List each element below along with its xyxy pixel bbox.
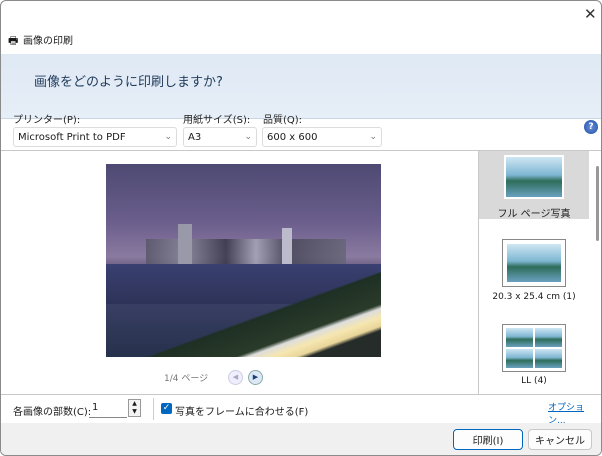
quality-dropdown[interactable]: 600 x 600 ⌄ (262, 127, 382, 147)
printer-value: Microsoft Print to PDF (18, 131, 126, 143)
layout-label: 20.3 x 25.4 cm (1) (492, 292, 576, 302)
previous-page-button[interactable]: ◀ (228, 370, 243, 385)
paper-size-dropdown[interactable]: A3 ⌄ (183, 127, 257, 147)
copies-input[interactable]: 1 (89, 399, 127, 418)
layout-label: LL (4) (521, 376, 547, 386)
fit-checkbox[interactable]: ✓ (161, 403, 172, 414)
quality-label: 品質(Q): (263, 115, 303, 126)
chevron-down-icon: ⌄ (369, 132, 377, 142)
copies-value: 1 (92, 402, 99, 413)
printer-dropdown[interactable]: Microsoft Print to PDF ⌄ (13, 127, 177, 147)
printer-icon: 🖶 (8, 34, 19, 47)
fit-label[interactable]: 写真をフレームに合わせる(F) (175, 403, 308, 418)
printer-label: プリンター(P): (13, 115, 81, 126)
layout-thumbnail (502, 324, 566, 372)
quality-value: 600 x 600 (267, 131, 318, 143)
paper-label: 用紙サイズ(S): (183, 115, 251, 126)
footer: 印刷(I) キャンセル (1, 423, 601, 455)
copies-label: 各画像の部数(C): (13, 407, 92, 418)
cancel-button[interactable]: キャンセル (528, 429, 592, 450)
layout-thumbnail (504, 155, 564, 199)
divider (1, 394, 601, 395)
paper-value: A3 (188, 131, 202, 143)
window-title: 画像の印刷 (23, 36, 73, 47)
copies-stepper[interactable]: ▲ ▼ (128, 399, 141, 417)
print-button[interactable]: 印刷(I) (453, 429, 523, 450)
layout-scrollbar[interactable] (596, 166, 599, 241)
page-indicator: 1/4 ページ (164, 374, 209, 384)
layout-label: フル ページ写真 (497, 209, 571, 220)
help-icon[interactable]: ? (584, 120, 598, 134)
layout-thumbnail (502, 239, 566, 287)
chevron-down-icon: ⌄ (244, 132, 252, 142)
close-icon[interactable]: ✕ (584, 5, 597, 23)
divider (153, 398, 154, 420)
next-page-button[interactable]: ▶ (248, 370, 263, 385)
chevron-down-icon: ⌄ (164, 132, 172, 142)
layout-item-20x25[interactable]: 20.3 x 25.4 cm (1) (479, 236, 589, 306)
layout-item-full-page[interactable]: フル ページ写真 (479, 151, 589, 220)
header-question: 画像をどのように印刷しますか? (34, 75, 223, 90)
header-band: 画像をどのように印刷しますか? (1, 54, 601, 119)
print-dialog: ✕ 🖶 画像の印刷 画像をどのように印刷しますか? プリンター(P): Micr… (0, 0, 602, 456)
image-preview (106, 164, 381, 357)
layout-item-ll[interactable]: LL (4) (479, 322, 589, 392)
